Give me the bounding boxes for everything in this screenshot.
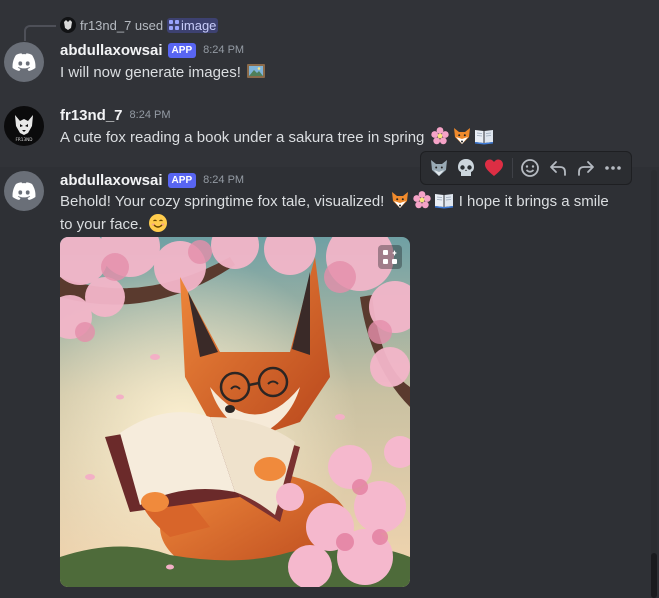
- bot-avatar[interactable]: [4, 171, 44, 211]
- message-user: FR13ND fr13nd_7 8:24 PM A cute fox readi…: [0, 103, 659, 153]
- message-content: Behold! Your cozy springtime fox tale, v…: [60, 190, 620, 236]
- message-bot-1: abdullaxowsai APP 8:24 PM I will now gen…: [0, 40, 659, 90]
- user-avatar[interactable]: FR13ND: [4, 106, 44, 146]
- more-icon: [605, 166, 621, 170]
- message-timestamp[interactable]: 8:24 PM: [203, 44, 244, 56]
- command-icon: [169, 20, 179, 30]
- message-text: A cute fox reading a book under a sakura…: [60, 129, 425, 146]
- framed-picture-emoji: [247, 64, 266, 78]
- image-actions-button[interactable]: [378, 245, 402, 269]
- more-options-button[interactable]: [599, 153, 627, 183]
- fox-reading-image: [60, 237, 410, 587]
- message-username[interactable]: abdullaxowsai: [60, 42, 163, 59]
- add-reaction-icon: [521, 159, 540, 177]
- fox-emoji: [453, 128, 470, 144]
- message-text-line1-end: I hope it brings a smile: [458, 193, 609, 210]
- app-badge: APP: [167, 172, 197, 188]
- fox-emoji: [391, 192, 408, 208]
- message-timestamp[interactable]: 8:24 PM: [203, 174, 244, 186]
- message-text-line1: Behold! Your cozy springtime fox tale, v…: [60, 193, 385, 210]
- message-username[interactable]: fr13nd_7: [60, 107, 123, 124]
- generated-image[interactable]: [60, 237, 410, 587]
- wolf-emoji-icon: [430, 160, 447, 176]
- message-content: A cute fox reading a book under a sakura…: [60, 126, 495, 149]
- react-skull-button[interactable]: [453, 153, 481, 183]
- open-book-emoji: [434, 194, 453, 209]
- open-book-emoji: [474, 130, 493, 145]
- message-timestamp[interactable]: 8:24 PM: [130, 109, 171, 121]
- reply-user-text: fr13nd_7 used: [80, 17, 164, 33]
- smiling-face-emoji: [148, 214, 167, 232]
- reply-avatar-icon: [60, 17, 76, 33]
- forward-button[interactable]: [572, 153, 600, 183]
- react-heart-button[interactable]: [480, 153, 508, 183]
- reply-reference[interactable]: fr13nd_7 used image: [24, 14, 284, 36]
- cherry-blossom-emoji: [412, 191, 431, 209]
- red-heart-emoji-icon: [484, 159, 503, 176]
- slash-command-label: image: [181, 17, 217, 33]
- discord-logo-icon: [12, 182, 36, 200]
- bot-avatar[interactable]: [4, 42, 44, 82]
- chat-messages: fr13nd_7 used image abdullaxowsai APP 8:…: [0, 0, 659, 598]
- reply-icon: [550, 161, 566, 176]
- scrollbar-track[interactable]: [651, 170, 657, 598]
- discord-logo-icon: [12, 53, 36, 71]
- avatar-logo-text: FR13ND: [15, 137, 32, 142]
- sparkle-grid-icon: [383, 250, 397, 264]
- forward-icon: [577, 161, 594, 176]
- add-reaction-button[interactable]: [517, 153, 545, 183]
- slash-command-chip[interactable]: image: [167, 17, 219, 33]
- message-text-line2: to your face.: [60, 216, 143, 233]
- message-text: I will now generate images!: [60, 64, 241, 81]
- message-username[interactable]: abdullaxowsai: [60, 172, 163, 189]
- reply-button[interactable]: [544, 153, 572, 183]
- message-content: I will now generate images!: [60, 61, 267, 84]
- wolf-logo-icon: FR13ND: [15, 115, 33, 142]
- app-badge: APP: [167, 42, 197, 58]
- skull-emoji-icon: [458, 159, 475, 176]
- message-actions-toolbar: [420, 151, 632, 185]
- toolbar-separator: [511, 158, 513, 178]
- cherry-blossom-emoji: [430, 127, 449, 145]
- scrollbar-thumb[interactable]: [651, 553, 657, 598]
- react-wolf-button[interactable]: [425, 153, 453, 183]
